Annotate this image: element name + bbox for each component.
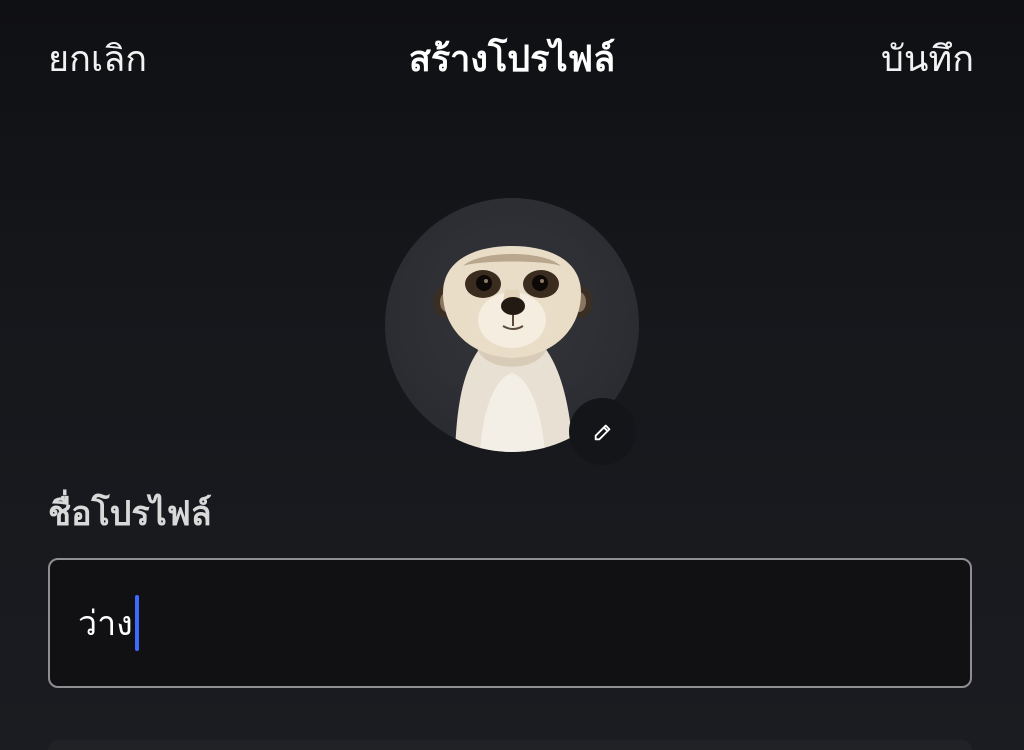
top-bar: ยกเลิก สร้างโปรไฟล์ บันทึก (0, 0, 1024, 110)
profile-name-label: ชื่อโปรไฟล์ (48, 494, 212, 534)
profile-name-value: ว่าง (78, 604, 133, 644)
next-section-card (48, 740, 972, 750)
edit-avatar-button[interactable] (569, 398, 636, 465)
page-title: สร้างโปรไฟล์ (408, 39, 616, 80)
avatar-section (385, 198, 639, 465)
text-caret (134, 595, 139, 651)
profile-name-input[interactable]: ว่าง (48, 558, 972, 688)
pencil-icon (594, 424, 610, 440)
save-button[interactable]: บันทึก (881, 30, 974, 87)
